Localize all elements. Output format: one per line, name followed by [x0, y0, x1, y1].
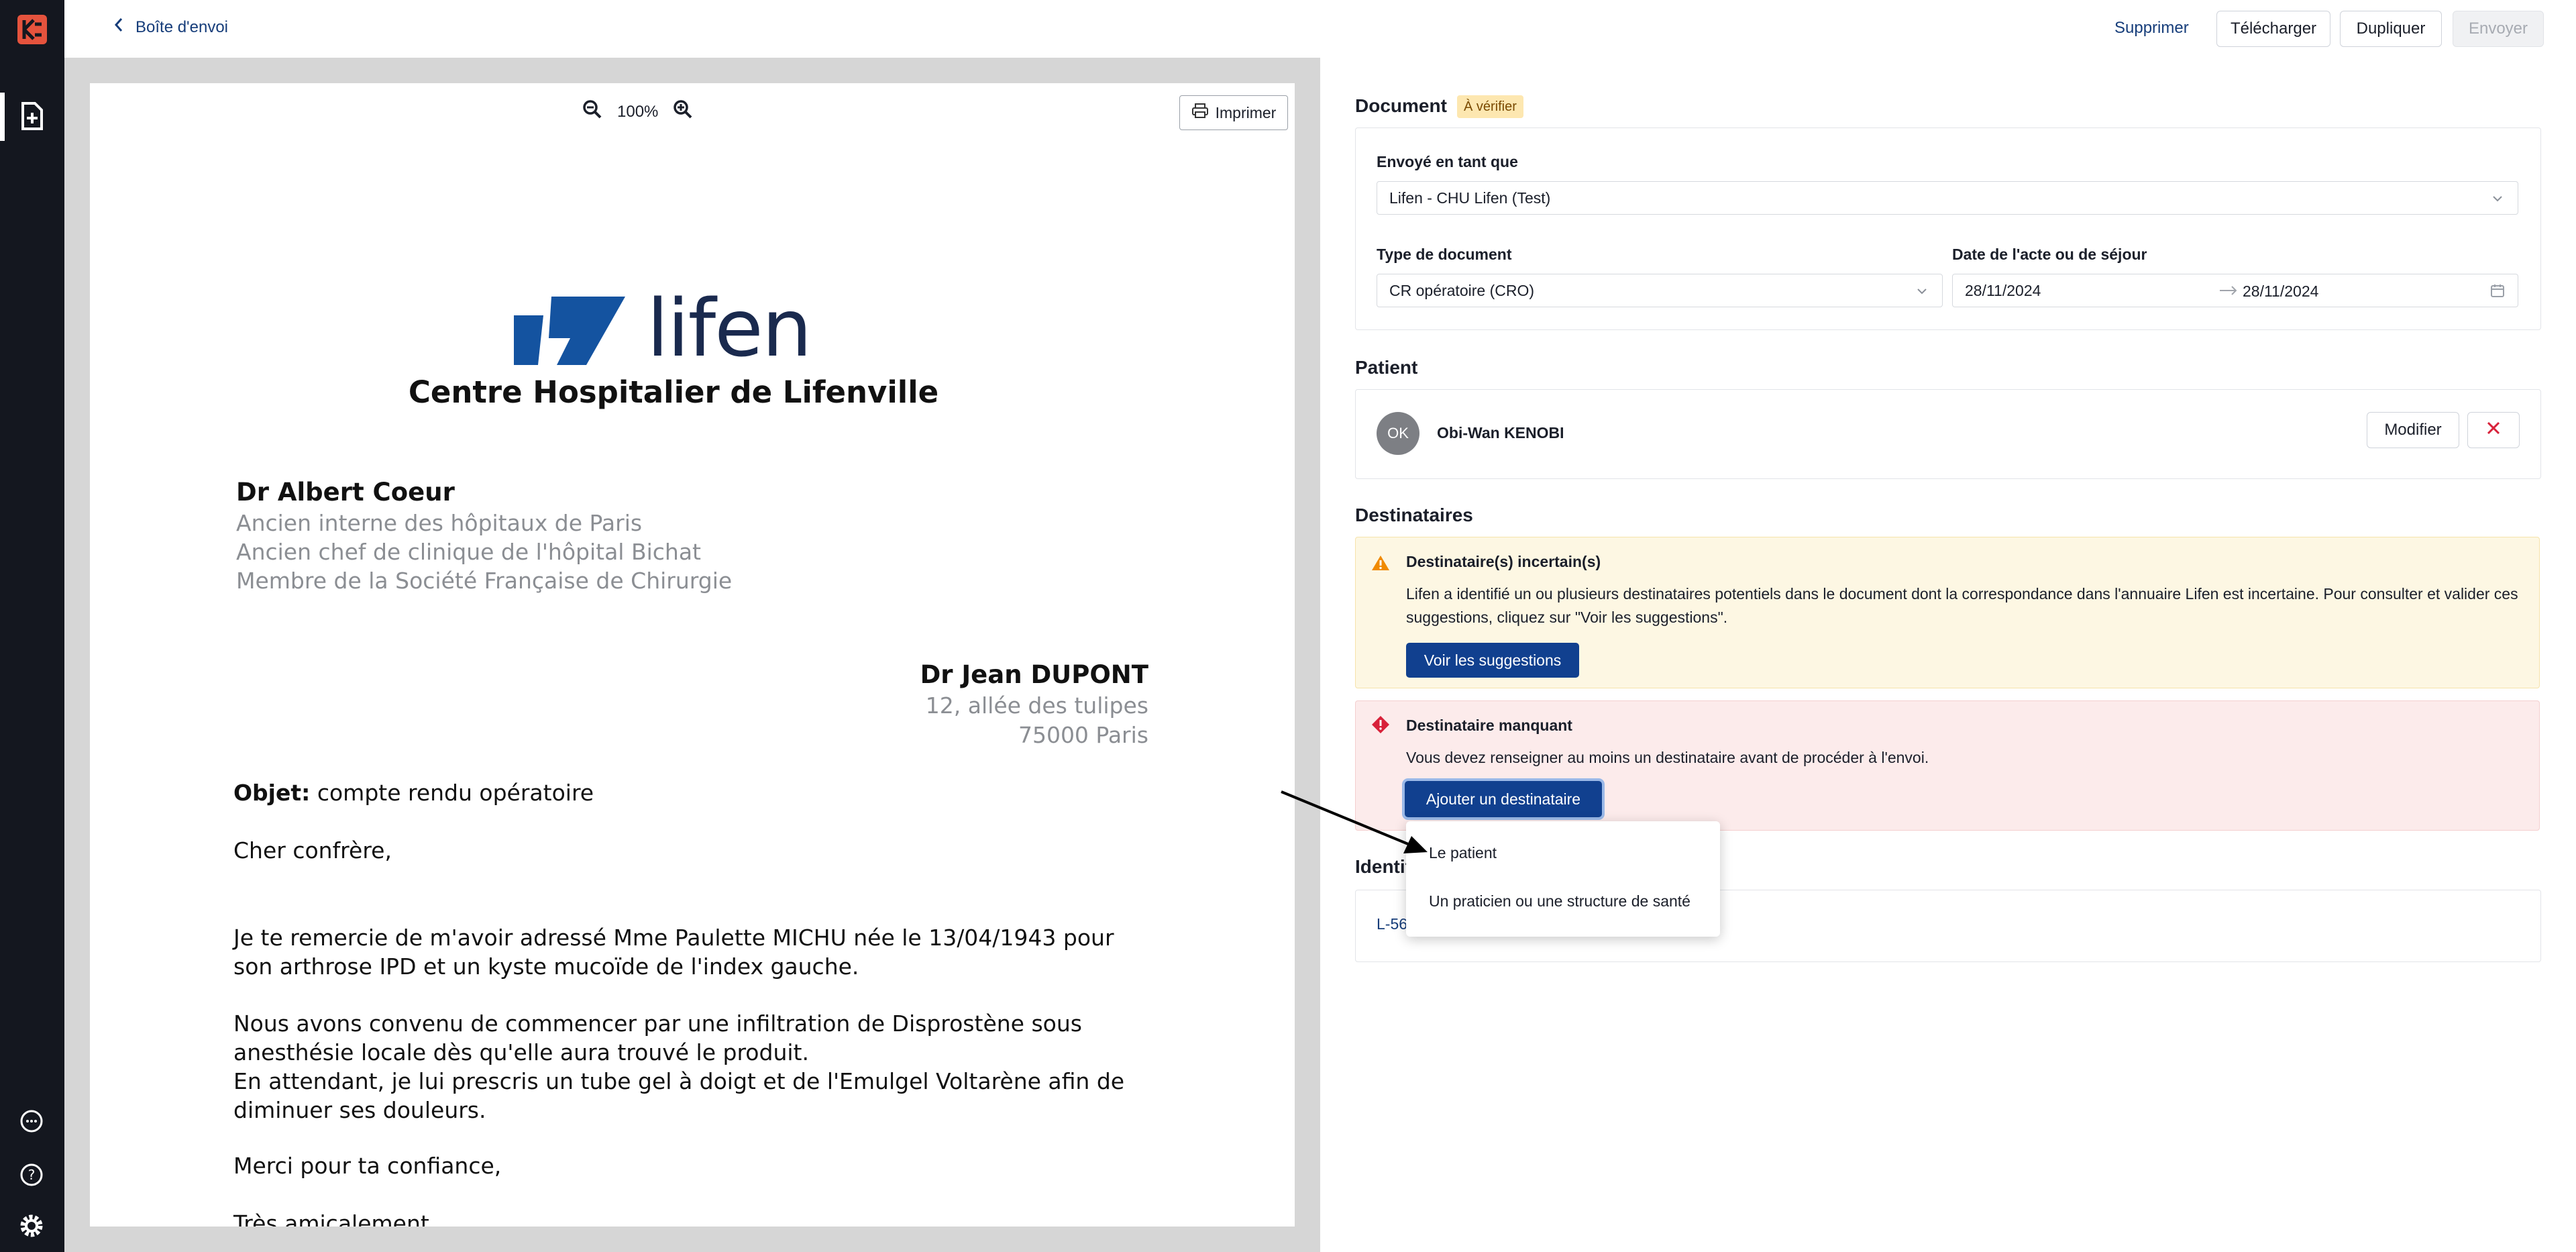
subject-text: compte rendu opératoire: [317, 780, 594, 806]
error-text: Vous devez renseigner au moins un destin…: [1406, 749, 1929, 766]
remove-patient-button[interactable]: [2467, 412, 2520, 448]
print-label: Imprimer: [1215, 103, 1277, 121]
zoom-in-icon[interactable]: [673, 99, 693, 124]
identifier-link[interactable]: L-56: [1377, 915, 1407, 933]
menu-item-patient[interactable]: Le patient: [1429, 844, 1497, 862]
sender-line: Membre de la Société Française de Chirur…: [236, 568, 733, 594]
date-label: Date de l'acte ou de séjour: [1952, 246, 2147, 263]
duplicate-button[interactable]: Dupliquer: [2340, 11, 2442, 47]
view-suggestions-button[interactable]: Voir les suggestions: [1406, 643, 1579, 678]
status-badge: À vérifier: [1457, 95, 1523, 118]
annotation-arrow: [1279, 789, 1433, 859]
hospital-name: Centre Hospitalier de Lifenville: [408, 374, 939, 410]
add-recipient-button[interactable]: Ajouter un destinataire: [1405, 781, 1602, 817]
sender-line: Ancien interne des hôpitaux de Paris: [236, 510, 643, 536]
lifen-logo-icon[interactable]: [17, 15, 47, 44]
doc-type-label: Type de document: [1377, 246, 1512, 263]
chat-icon[interactable]: [15, 1104, 48, 1138]
letter-paragraph: Je te remercie de m'avoir adressé Mme Pa…: [233, 925, 1114, 980]
avatar: OK: [1377, 412, 1419, 455]
warning-icon: [1371, 554, 1390, 575]
top-bar: [64, 0, 2576, 58]
sender-line: Ancien chef de clinique de l'hôpital Bic…: [236, 539, 701, 565]
sent-as-label: Envoyé en tant que: [1377, 153, 1518, 170]
letter-thanks: Merci pour ta confiance,: [233, 1153, 502, 1179]
subject-label: Objet:: [233, 780, 311, 806]
left-navigation-rail: ?: [0, 0, 64, 1252]
print-button[interactable]: Imprimer: [1179, 95, 1288, 130]
download-button[interactable]: Télécharger: [2216, 11, 2330, 47]
doc-type-select[interactable]: CR opératoire (CRO): [1377, 274, 1943, 307]
settings-gear-icon[interactable]: [15, 1209, 48, 1243]
date-range-picker[interactable]: 28/11/2024 28/11/2024: [1952, 274, 2518, 307]
sender-name: Dr Albert Coeur: [236, 478, 455, 507]
date-start[interactable]: 28/11/2024: [1965, 282, 2041, 300]
calendar-icon: [2489, 282, 2506, 303]
error-title: Destinataire manquant: [1406, 717, 1572, 734]
warning-text: Lifen a identifié un ou plusieurs destin…: [1406, 585, 2518, 626]
back-link[interactable]: Boîte d'envoi: [114, 17, 228, 37]
back-link-label: Boîte d'envoi: [136, 17, 229, 36]
letter-paragraph: En attendant, je lui prescris un tube ge…: [233, 1068, 1125, 1123]
send-button[interactable]: Envoyer: [2453, 11, 2544, 47]
letter-greeting: Cher confrère,: [233, 837, 392, 864]
document-section-title: Document: [1355, 95, 1447, 116]
modify-patient-button[interactable]: Modifier: [2367, 412, 2459, 448]
document-page: lifen Centre Hospitalier de Lifenville D…: [90, 83, 1295, 1227]
sent-as-value: Lifen - CHU Lifen (Test): [1389, 189, 1551, 207]
recipient-street: 12, allée des tulipes: [925, 692, 1148, 719]
sent-as-select[interactable]: Lifen - CHU Lifen (Test): [1377, 181, 2518, 215]
warning-title: Destinataire(s) incertain(s): [1406, 553, 1601, 570]
patient-name: Obi-Wan KENOBI: [1437, 424, 1564, 441]
lifen-letterhead-logo: [514, 297, 632, 368]
letterhead-logo-text: lifen: [647, 282, 812, 374]
date-end[interactable]: 28/11/2024: [2243, 282, 2318, 301]
svg-text:?: ?: [28, 1167, 36, 1183]
zoom-controls: 100%: [582, 99, 693, 124]
menu-item-practitioner[interactable]: Un praticien ou une structure de santé: [1429, 892, 1690, 910]
letter-closing: Très amicalement,: [233, 1210, 437, 1227]
recipients-section-title: Destinataires: [1355, 505, 1473, 525]
printer-icon: [1191, 103, 1209, 123]
patient-section-title: Patient: [1355, 357, 1418, 378]
document-upload-icon[interactable]: [15, 99, 48, 133]
add-recipient-menu: Le patient Un praticien ou une structure…: [1406, 821, 1720, 937]
delete-button[interactable]: Supprimer: [2114, 19, 2189, 38]
error-icon: [1371, 715, 1390, 737]
recipient-name: Dr Jean DUPONT: [920, 660, 1148, 689]
close-icon: [2486, 421, 2501, 440]
doc-type-value: CR opératoire (CRO): [1389, 281, 1534, 299]
chevron-left-icon: [114, 17, 123, 37]
letter-subject: Objet: compte rendu opératoire: [233, 780, 594, 806]
active-indicator: [0, 93, 5, 141]
zoom-out-icon[interactable]: [582, 99, 602, 124]
zoom-level: 100%: [617, 102, 659, 121]
chevron-down-icon: [2491, 191, 2504, 209]
help-icon[interactable]: ?: [15, 1158, 48, 1192]
chevron-down-icon: [1915, 284, 1929, 302]
arrow-right-icon: [2218, 283, 2239, 301]
letter-paragraph: Nous avons convenu de commencer par une …: [233, 1010, 1082, 1065]
recipient-city: 75000 Paris: [1018, 722, 1148, 748]
